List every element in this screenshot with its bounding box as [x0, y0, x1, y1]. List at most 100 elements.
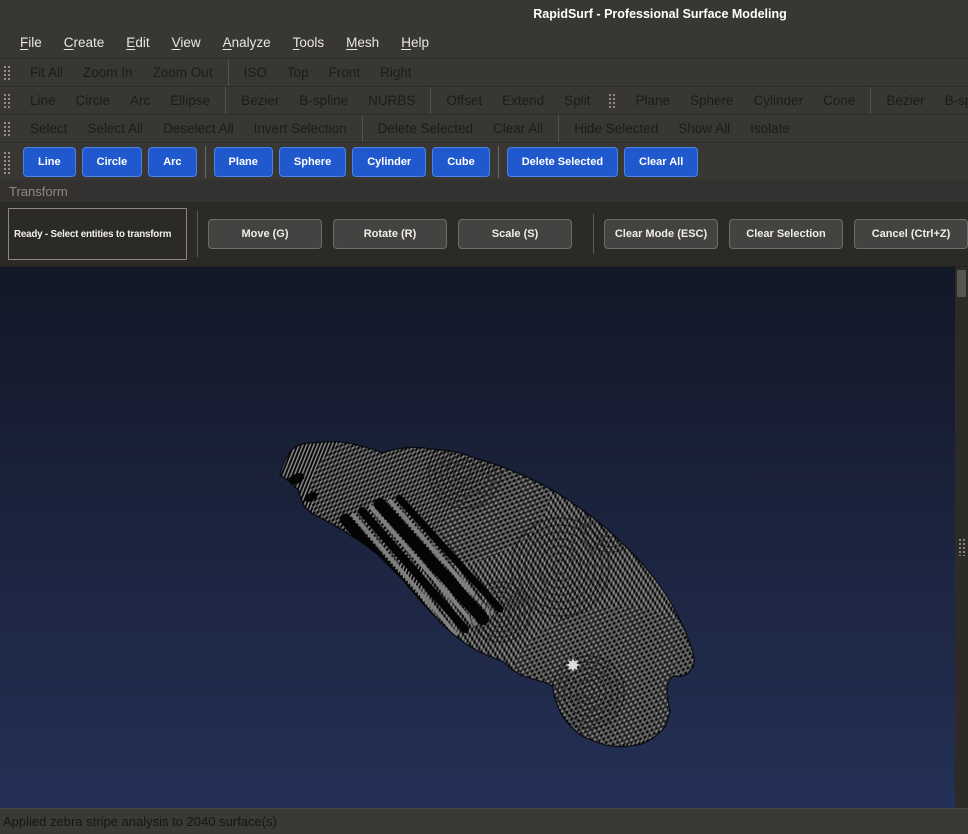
toolbar-group: ISOTopFrontRight	[228, 59, 427, 86]
quick-button[interactable]: Sphere	[279, 147, 346, 177]
menu-item[interactable]: View	[161, 32, 212, 53]
toolbar-button[interactable]: Isolate	[740, 115, 800, 142]
quick-button[interactable]: Clear All	[624, 147, 698, 177]
drag-grip-icon[interactable]	[3, 93, 11, 109]
transform-action-button[interactable]: Clear Mode (ESC)	[604, 219, 718, 249]
toolbar-button[interactable]: Line	[20, 87, 66, 114]
toolbar-group: LineCircleArcEllipse	[15, 87, 225, 114]
toolbar-button[interactable]: Front	[319, 59, 371, 86]
quick-button-group: LineCircleArc	[15, 146, 205, 178]
status-bar: Applied zebra stripe analysis to 2040 su…	[0, 808, 968, 834]
quick-button[interactable]: Arc	[148, 147, 196, 177]
toolbar-row: Fit AllZoom InZoom Out ISOTopFrontRight	[0, 58, 968, 86]
transform-status-text: Ready - Select entities to transform	[14, 229, 171, 240]
toolbar-group: Delete SelectedClear All	[362, 115, 559, 142]
toolbar-row: LineCircleArcEllipse BezierB-splineNURBS…	[0, 86, 968, 114]
toolbar-button[interactable]: Hide Selected	[564, 115, 668, 142]
viewport	[0, 266, 968, 808]
toolbar-rows: Fit AllZoom InZoom Out ISOTopFrontRight …	[0, 58, 968, 142]
scrollbar-grip-icon[interactable]	[958, 538, 966, 556]
toolbar: PlaneSphereCylinderCone BezierB-spline	[605, 87, 968, 114]
toolbar-button[interactable]: B-spline	[289, 87, 358, 114]
toolbar-group: BezierB-spline	[870, 87, 968, 114]
toolbar-button[interactable]: Deselect All	[153, 115, 244, 142]
toolbar-button[interactable]: Ellipse	[160, 87, 220, 114]
transform-mode-button[interactable]: Rotate (R)	[333, 219, 447, 249]
toolbar-group: PlaneSphereCylinderCone	[620, 87, 870, 114]
toolbar: Fit AllZoom InZoom Out ISOTopFrontRight	[0, 59, 427, 86]
toolbar-button[interactable]: Zoom In	[73, 59, 143, 86]
transform-section-label: Transform	[9, 184, 68, 199]
toolbar-button[interactable]: Bezier	[231, 87, 289, 114]
toolbar-button[interactable]: Bezier	[876, 87, 934, 114]
menu-item[interactable]: Tools	[282, 32, 336, 53]
menu-item[interactable]: File	[9, 32, 53, 53]
quick-button-group: PlaneSphereCylinderCube	[205, 146, 498, 178]
toolbar-button[interactable]: NURBS	[358, 87, 425, 114]
toolbar-button[interactable]: Cylinder	[744, 87, 814, 114]
toolbar-button[interactable]: Extend	[492, 87, 554, 114]
menu-item[interactable]: Help	[390, 32, 440, 53]
toolbar-button[interactable]: Invert Selection	[244, 115, 357, 142]
toolbar-button[interactable]: Delete Selected	[368, 115, 483, 142]
toolbar-button[interactable]: Zoom Out	[143, 59, 223, 86]
transform-section: Transform	[0, 180, 968, 202]
toolbar-groups: PlaneSphereCylinderCone BezierB-spline	[620, 87, 968, 114]
drag-grip-icon[interactable]	[3, 65, 11, 81]
quick-button[interactable]: Cube	[432, 147, 490, 177]
toolbar-button[interactable]: Cone	[813, 87, 865, 114]
drag-grip-icon[interactable]	[608, 93, 616, 109]
quick-toolbar: LineCircleArc PlaneSphereCylinderCube De…	[0, 142, 968, 180]
transform-mode-button[interactable]: Scale (S)	[458, 219, 572, 249]
toolbar-button[interactable]: Plane	[625, 87, 680, 114]
title-bar: RapidSurf - Professional Surface Modelin…	[0, 0, 968, 27]
drag-grip-icon[interactable]	[3, 121, 11, 137]
transform-panel: Ready - Select entities to transform Mov…	[0, 202, 968, 266]
menu-item[interactable]: Create	[53, 32, 116, 53]
transform-action-button[interactable]: Clear Selection	[729, 219, 843, 249]
scrollbar-thumb[interactable]	[957, 270, 966, 297]
toolbar-button[interactable]: Clear All	[483, 115, 553, 142]
viewport-canvas[interactable]	[0, 267, 955, 808]
toolbar-button[interactable]: ISO	[234, 59, 277, 86]
transform-status-box: Ready - Select entities to transform	[8, 208, 187, 260]
quick-button[interactable]: Plane	[214, 147, 273, 177]
viewport-scrollbar[interactable]	[955, 267, 968, 808]
toolbar-button[interactable]: Split	[554, 87, 600, 114]
toolbar-button[interactable]: Show All	[668, 115, 740, 142]
toolbar: LineCircleArcEllipse BezierB-splineNURBS…	[0, 87, 605, 114]
separator	[197, 211, 198, 257]
toolbar-group: SelectSelect AllDeselect AllInvert Selec…	[15, 115, 362, 142]
quick-button[interactable]: Delete Selected	[507, 147, 618, 177]
quick-button[interactable]: Cylinder	[352, 147, 426, 177]
transform-action-buttons: Clear Mode (ESC) Clear Selection Cancel (C…	[604, 219, 968, 249]
toolbar-button[interactable]: Offset	[436, 87, 492, 114]
menu-item[interactable]: Analyze	[212, 32, 282, 53]
toolbar-group: Fit AllZoom InZoom Out	[15, 59, 228, 86]
quick-button[interactable]: Line	[23, 147, 76, 177]
toolbar-group: Hide SelectedShow AllIsolate	[558, 115, 805, 142]
app-window: RapidSurf - Professional Surface Modelin…	[0, 0, 968, 834]
window-title: RapidSurf - Professional Surface Modelin…	[0, 7, 968, 21]
transform-action-button[interactable]: Cancel (Ctrl+Z)	[854, 219, 968, 249]
toolbar-button[interactable]: Circle	[66, 87, 121, 114]
toolbar-button[interactable]: Right	[370, 59, 422, 86]
quick-button-group: Delete SelectedClear All	[498, 146, 707, 178]
drag-grip-icon[interactable]	[3, 151, 11, 175]
toolbar-button[interactable]: Select All	[78, 115, 154, 142]
toolbar-groups: LineCircleArcEllipse BezierB-splineNURBS…	[15, 87, 605, 114]
zebra-surface-model	[0, 267, 955, 809]
toolbar-button[interactable]: Arc	[120, 87, 160, 114]
toolbar-button[interactable]: Fit All	[20, 59, 73, 86]
toolbar-groups: SelectSelect AllDeselect AllInvert Selec…	[15, 115, 805, 142]
toolbar-button[interactable]: Select	[20, 115, 78, 142]
menu-item[interactable]: Mesh	[335, 32, 390, 53]
quick-button[interactable]: Circle	[82, 147, 143, 177]
cursor-crosshair-icon	[566, 658, 580, 672]
menu-item[interactable]: Edit	[115, 32, 160, 53]
toolbar-button[interactable]: Top	[277, 59, 319, 86]
toolbar-groups: Fit AllZoom InZoom Out ISOTopFrontRight	[15, 59, 427, 86]
toolbar-button[interactable]: Sphere	[680, 87, 744, 114]
toolbar-button[interactable]: B-spline	[935, 87, 968, 114]
transform-mode-button[interactable]: Move (G)	[208, 219, 322, 249]
